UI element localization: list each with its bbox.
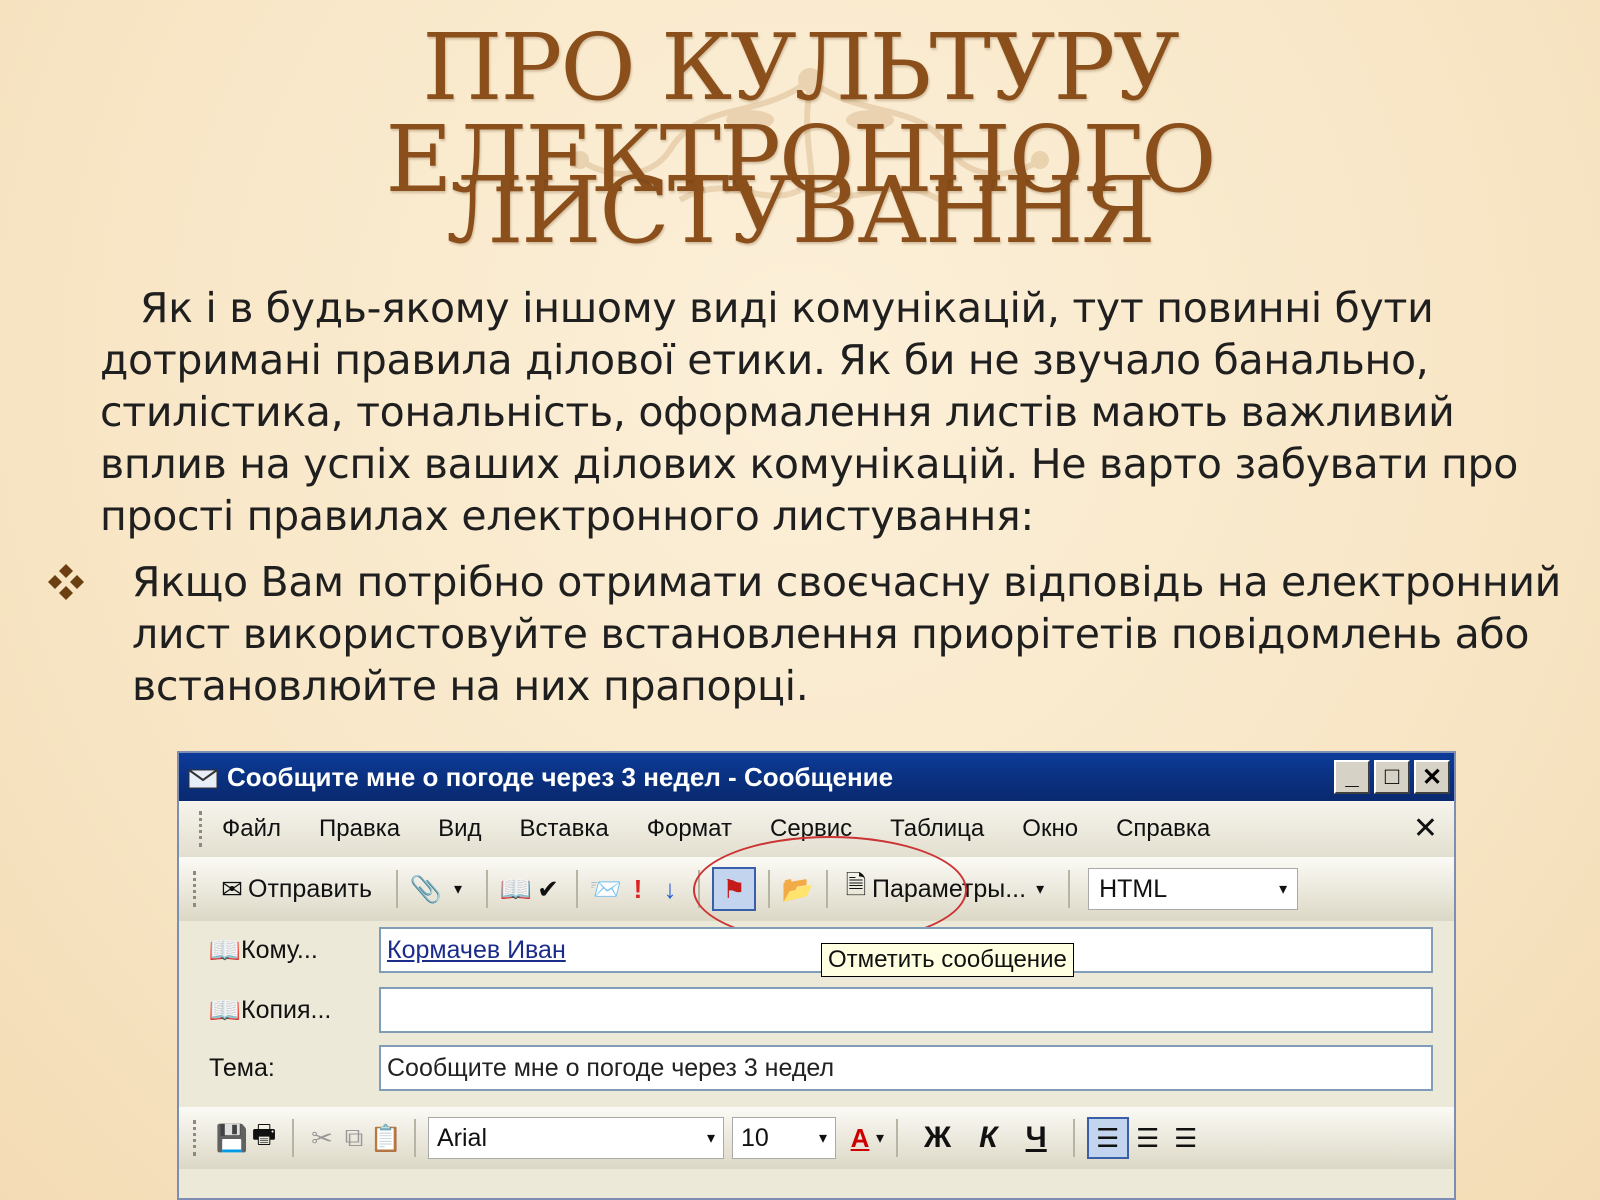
address-book-icon: 📖 (208, 994, 242, 1025)
options-label: Параметры... (871, 874, 1027, 903)
format-select-value: HTML (1099, 874, 1168, 903)
cc-row: 📖 Копия... (209, 987, 1433, 1033)
intro-paragraph: Як і в будь-якому іншому виді комунікаці… (100, 284, 1519, 540)
toolbar-grip-icon[interactable] (193, 871, 202, 907)
menu-tools[interactable]: Сервис (770, 815, 852, 843)
toolbar-grip-icon[interactable] (199, 811, 208, 847)
formatting-toolbar: 💾 🖶 ✂ ⧉ 📋 Arial ▾ 10 ▾ A ▾ Ж К Ч ☰ ☰ ☰ (179, 1107, 1454, 1169)
low-importance-icon[interactable]: ↓ (654, 873, 686, 905)
create-rule-icon[interactable]: 📂 (782, 873, 814, 905)
send-button[interactable]: ✉ Отправить (216, 873, 372, 905)
message-window: Сообщите мне о погоде через 3 недел - Со… (177, 751, 1456, 1200)
check-names-icon[interactable]: ✔ (532, 873, 564, 905)
to-label: Кому... (241, 935, 318, 964)
menu-bar: Файл Правка Вид Вставка Формат Сервис Та… (179, 801, 1454, 857)
align-right-icon[interactable]: ☰ (1167, 1119, 1205, 1157)
options-icon: 🗎 (845, 870, 867, 900)
subject-field[interactable]: Сообщите мне о погоде через 3 недел (379, 1045, 1433, 1091)
subject-label: Тема: (209, 1053, 275, 1082)
close-button[interactable]: ✕ (1414, 760, 1450, 794)
font-color-icon[interactable]: A (844, 1122, 876, 1154)
window-titlebar: Сообщите мне о погоде через 3 недел - Со… (179, 753, 1454, 801)
window-title: Сообщите мне о погоде через 3 недел - Со… (227, 761, 894, 792)
to-button[interactable]: 📖 Кому... (209, 934, 379, 966)
bullet-text: Якщо Вам потрібно отримати своєчасну від… (132, 558, 1562, 710)
font-size-select[interactable]: 10 ▾ (732, 1117, 836, 1159)
cut-icon[interactable]: ✂ (306, 1122, 338, 1154)
format-select[interactable]: HTML ▾ (1088, 868, 1299, 910)
chevron-down-icon[interactable]: ▾ (442, 873, 474, 905)
align-center-icon[interactable]: ☰ (1129, 1119, 1167, 1157)
menu-table[interactable]: Таблица (890, 815, 984, 843)
print-icon[interactable]: 🖶 (248, 1119, 280, 1154)
font-size-value: 10 (741, 1123, 769, 1152)
address-book-icon[interactable]: 📖 (500, 873, 532, 905)
close-document-icon[interactable]: ✕ (1413, 811, 1438, 846)
chevron-down-icon[interactable]: ▾ (876, 1128, 884, 1148)
maximize-button[interactable]: □ (1374, 760, 1410, 794)
menu-view[interactable]: Вид (438, 815, 481, 843)
to-recipient[interactable]: Кормачев Иван (387, 936, 566, 965)
bold-button[interactable]: Ж (924, 1121, 951, 1155)
cc-field[interactable] (379, 987, 1433, 1033)
high-importance-icon[interactable]: ! (622, 873, 654, 905)
menu-help[interactable]: Справка (1116, 815, 1210, 843)
toolbar-grip-icon[interactable] (193, 1120, 202, 1156)
menu-insert[interactable]: Вставка (520, 815, 609, 843)
save-icon[interactable]: 💾 (216, 1122, 248, 1154)
chevron-down-icon: ▾ (706, 1130, 715, 1147)
cc-button[interactable]: 📖 Копия... (209, 994, 379, 1026)
slide-title-line2: ЛИСТУВАННЯ (446, 157, 1155, 264)
paste-icon[interactable]: 📋 (370, 1122, 402, 1154)
chevron-down-icon: ▾ (818, 1130, 827, 1147)
menu-edit[interactable]: Правка (319, 815, 400, 843)
send-mail-icon: ✉ (221, 873, 243, 904)
envelope-icon (188, 769, 218, 789)
send-label: Отправить (248, 874, 372, 903)
italic-button[interactable]: К (979, 1121, 997, 1155)
standard-toolbar: ✉ Отправить 📎 ▾ 📖 ✔ 📨 ! ↓ ⚑ 📂 🗎 Параметр… (179, 857, 1454, 921)
underline-button[interactable]: Ч (1026, 1121, 1047, 1155)
diamond-bullet-icon (48, 564, 84, 600)
address-book-icon: 📖 (208, 934, 242, 965)
chevron-down-icon: ▾ (1279, 881, 1288, 898)
font-select[interactable]: Arial ▾ (428, 1117, 724, 1159)
minimize-button[interactable]: _ (1334, 760, 1370, 794)
subject-row: Тема: Сообщите мне о погоде через 3 неде… (209, 1045, 1433, 1091)
menu-window[interactable]: Окно (1022, 815, 1078, 843)
menu-format[interactable]: Формат (647, 815, 732, 843)
attach-icon[interactable]: 📎 (410, 873, 442, 905)
flag-icon[interactable]: ⚑ (711, 867, 756, 911)
cc-label: Копия... (241, 995, 332, 1024)
flag-tooltip: Отметить сообщение (821, 943, 1074, 977)
copy-icon[interactable]: ⧉ (338, 1122, 370, 1154)
options-button[interactable]: 🗎 Параметры... ▾ (840, 870, 1045, 905)
font-select-value: Arial (437, 1123, 488, 1152)
message-options-icon[interactable]: 📨 (590, 873, 622, 905)
chevron-down-icon: ▾ (1036, 881, 1045, 898)
menu-file[interactable]: Файл (222, 815, 281, 843)
align-left-icon[interactable]: ☰ (1086, 1117, 1129, 1159)
